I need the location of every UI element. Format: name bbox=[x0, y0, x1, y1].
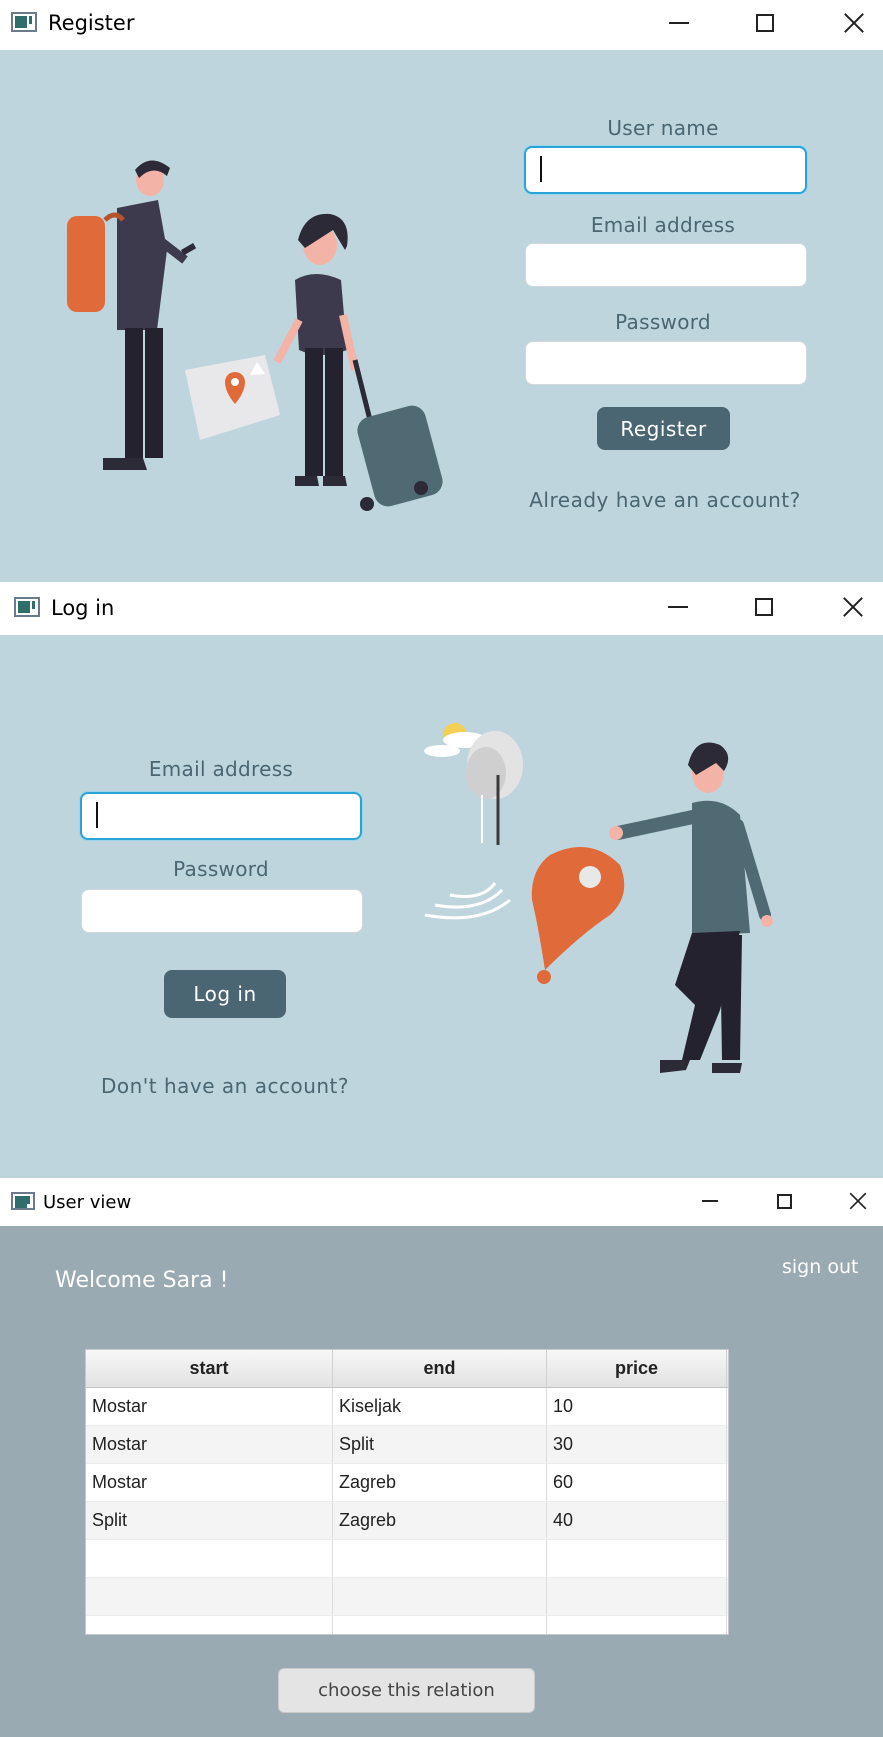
location-pin-icon bbox=[531, 847, 625, 984]
travelers-illustration bbox=[67, 160, 443, 511]
cell-end: Zagreb bbox=[333, 1502, 547, 1539]
table-body: Mostar Kiseljak 10 Mostar Split 30 Mosta… bbox=[86, 1388, 728, 1634]
window-title: User view bbox=[43, 1192, 132, 1213]
cell-price: 30 bbox=[547, 1426, 727, 1463]
table-header: start end price bbox=[86, 1350, 728, 1388]
window-title: Register bbox=[48, 11, 135, 35]
suitcase-icon bbox=[352, 359, 443, 511]
register-panel: User name Email address Password Registe… bbox=[0, 50, 883, 582]
login-window: Log in Email address Password Log in Don… bbox=[0, 583, 883, 1178]
map-icon bbox=[185, 355, 280, 440]
cell-start bbox=[86, 1540, 333, 1577]
app-icon bbox=[11, 1192, 35, 1210]
table-row[interactable]: Mostar Zagreb 60 bbox=[86, 1464, 728, 1502]
username-label: User name bbox=[607, 116, 719, 140]
cell-end: Split bbox=[333, 1426, 547, 1463]
register-titlebar: Register bbox=[0, 0, 883, 50]
table-row-empty bbox=[86, 1616, 728, 1634]
minimize-icon[interactable] bbox=[659, 8, 699, 38]
column-header-end[interactable]: end bbox=[333, 1350, 547, 1387]
relations-table: start end price Mostar Kiseljak 10 Mosta… bbox=[85, 1349, 729, 1635]
cell-start: Mostar bbox=[86, 1464, 333, 1501]
cell-start bbox=[86, 1578, 333, 1615]
email-label: Email address bbox=[148, 757, 294, 781]
login-button[interactable]: Log in bbox=[164, 970, 286, 1018]
welcome-text: Welcome Sara ! bbox=[55, 1268, 229, 1293]
choose-relation-button[interactable]: choose this relation bbox=[278, 1668, 535, 1713]
email-field[interactable] bbox=[525, 243, 807, 287]
maximize-icon[interactable] bbox=[745, 8, 785, 38]
cell-price bbox=[547, 1616, 727, 1634]
password-field[interactable] bbox=[81, 889, 363, 933]
password-label: Password bbox=[173, 857, 269, 881]
close-icon[interactable] bbox=[838, 1186, 878, 1216]
text-caret bbox=[540, 156, 542, 182]
cell-price: 60 bbox=[547, 1464, 727, 1501]
login-titlebar: Log in bbox=[0, 583, 883, 635]
cell-end: Kiseljak bbox=[333, 1388, 547, 1425]
cell-price bbox=[547, 1578, 727, 1615]
maximize-icon[interactable] bbox=[764, 1186, 804, 1216]
cell-price bbox=[547, 1540, 727, 1577]
app-icon bbox=[11, 12, 37, 32]
register-window: Register User name Email address Passwor… bbox=[0, 0, 883, 582]
cell-start: Split bbox=[86, 1502, 333, 1539]
window-title: Log in bbox=[51, 596, 115, 620]
cell-end bbox=[333, 1578, 547, 1615]
password-field[interactable] bbox=[525, 341, 807, 385]
table-row[interactable]: Split Zagreb 40 bbox=[86, 1502, 728, 1540]
app-icon bbox=[14, 597, 40, 617]
cell-start: Mostar bbox=[86, 1388, 333, 1425]
cell-end bbox=[333, 1616, 547, 1634]
sign-out-link[interactable]: sign out bbox=[782, 1256, 858, 1278]
text-caret bbox=[96, 802, 98, 828]
minimize-icon[interactable] bbox=[658, 592, 698, 622]
column-header-price[interactable]: price bbox=[547, 1350, 727, 1387]
user-view-titlebar: User view bbox=[0, 1179, 883, 1226]
cell-start bbox=[86, 1616, 333, 1634]
backpack-icon bbox=[67, 216, 105, 312]
password-label: Password bbox=[615, 310, 711, 334]
email-label: Email address bbox=[590, 213, 736, 237]
close-icon[interactable] bbox=[834, 8, 874, 38]
username-field[interactable] bbox=[524, 146, 807, 194]
table-row[interactable]: Mostar Split 30 bbox=[86, 1426, 728, 1464]
cell-price: 40 bbox=[547, 1502, 727, 1539]
email-field[interactable] bbox=[80, 792, 362, 840]
login-panel: Email address Password Log in Don't have… bbox=[0, 635, 883, 1178]
location-pin-illustration bbox=[424, 723, 773, 1073]
cell-end: Zagreb bbox=[333, 1464, 547, 1501]
cell-end bbox=[333, 1540, 547, 1577]
signup-link[interactable]: Don't have an account? bbox=[70, 1074, 380, 1098]
cell-price: 10 bbox=[547, 1388, 727, 1425]
table-row-empty bbox=[86, 1540, 728, 1578]
minimize-icon[interactable] bbox=[690, 1186, 730, 1216]
close-icon[interactable] bbox=[833, 592, 873, 622]
table-row-empty bbox=[86, 1578, 728, 1616]
column-header-start[interactable]: start bbox=[86, 1350, 333, 1387]
table-row[interactable]: Mostar Kiseljak 10 bbox=[86, 1388, 728, 1426]
cell-start: Mostar bbox=[86, 1426, 333, 1463]
register-button[interactable]: Register bbox=[597, 407, 730, 450]
login-link[interactable]: Already have an account? bbox=[510, 488, 820, 512]
maximize-icon[interactable] bbox=[744, 592, 784, 622]
